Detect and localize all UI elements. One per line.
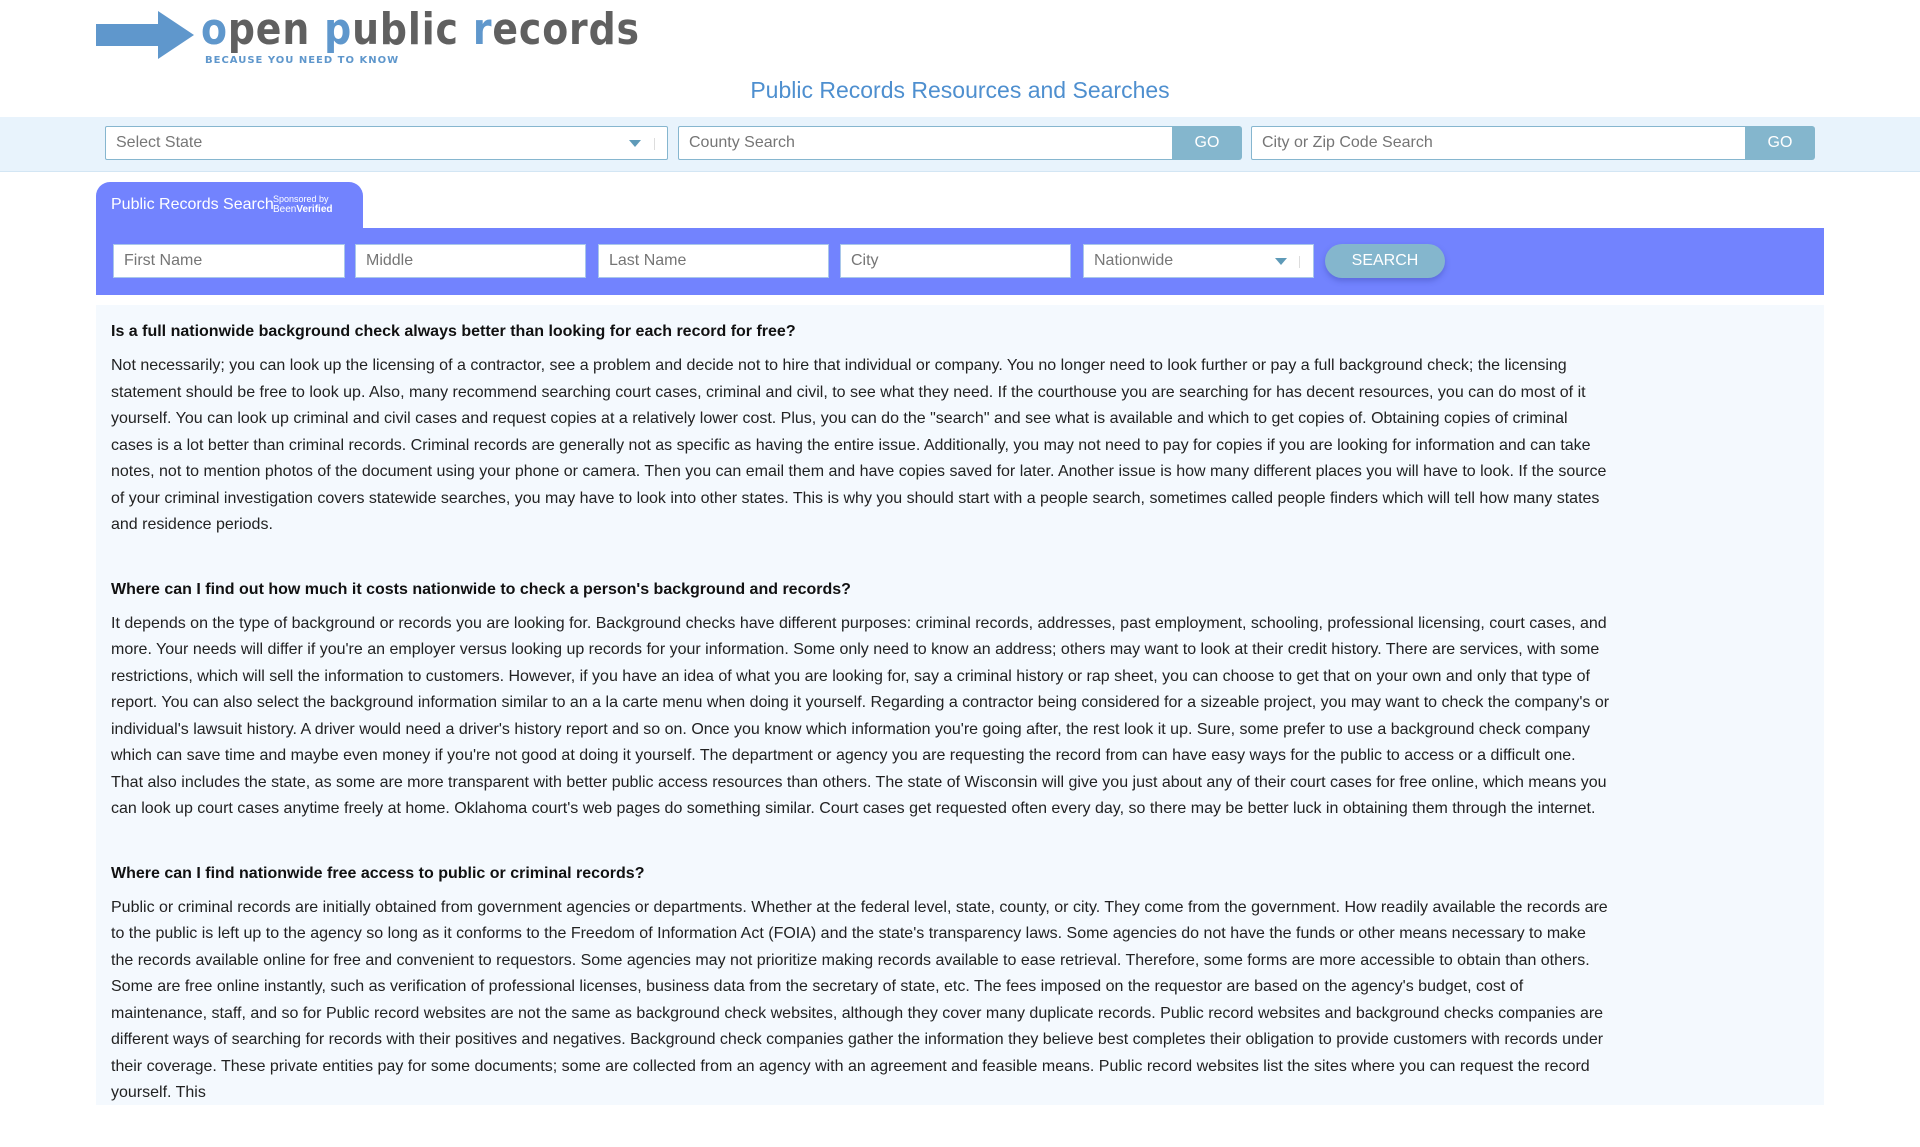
county-search-input[interactable] [678, 126, 1173, 160]
logo-part: o [201, 4, 228, 55]
middle-name-input[interactable] [355, 244, 586, 278]
tab-public-records-search[interactable]: Public Records Search Sponsored by BeenV… [96, 182, 363, 229]
logo-part: r [472, 4, 493, 55]
logo-part: ublic [352, 4, 473, 55]
sponsor-prefix: Sponsored by [273, 194, 329, 204]
faq-question: Where can I find out how much it costs n… [111, 580, 851, 598]
site-logo[interactable]: open public records BECAUSE YOU NEED TO … [96, 4, 639, 68]
sponsor-brand-light: Been [273, 204, 297, 215]
state-select-value: Select State [116, 134, 203, 151]
faq-question: Is a full nationwide background check al… [111, 323, 796, 340]
logo-part: ecords [492, 4, 640, 55]
nationwide-select[interactable]: Nationwide [1083, 244, 1314, 278]
city-zip-search-group: GO [1251, 126, 1815, 160]
faq-answer: Not necessarily; you can look up the lic… [111, 357, 1607, 533]
tab-label: Public Records Search [111, 196, 274, 213]
logo-part: p [324, 4, 353, 55]
select-divider [654, 138, 655, 150]
location-search-bar: Select State GO GO [0, 117, 1920, 172]
page-title: Public Records Resources and Searches [750, 77, 1170, 103]
select-divider [1299, 256, 1300, 268]
sponsor-badge: Sponsored by BeenVerified [273, 194, 333, 215]
sponsor-brand-bold: Verified [296, 204, 333, 215]
chevron-down-icon [629, 140, 641, 147]
county-search-group: GO [678, 126, 1242, 160]
people-search-form: Nationwide SEARCH [96, 228, 1824, 295]
chevron-down-icon [1275, 258, 1287, 265]
sponsor-brand: BeenVerified [273, 204, 333, 215]
logo-part: pen [227, 4, 325, 55]
faq-question: Where can I find nationwide free access … [111, 864, 645, 882]
faq-section: Is a full nationwide background check al… [96, 305, 1824, 1105]
city-input[interactable] [840, 244, 1071, 278]
arrow-right-icon [96, 11, 194, 59]
nationwide-select-value: Nationwide [1094, 252, 1174, 269]
faq-article: Is a full nationwide background check al… [111, 321, 1611, 1147]
state-select[interactable]: Select State [105, 126, 668, 160]
first-name-input[interactable] [113, 244, 345, 278]
faq-answer: It depends on the type of background or … [111, 614, 1610, 818]
logo-wordmark: open public records [201, 4, 640, 55]
faq-answer: Public or criminal records are initially… [111, 898, 1608, 1102]
county-go-button[interactable]: GO [1172, 126, 1242, 160]
logo-tagline: BECAUSE YOU NEED TO KNOW [205, 55, 400, 66]
last-name-input[interactable] [598, 244, 829, 278]
city-zip-search-input[interactable] [1251, 126, 1746, 160]
search-button[interactable]: SEARCH [1325, 244, 1445, 278]
city-zip-go-button[interactable]: GO [1745, 126, 1815, 160]
